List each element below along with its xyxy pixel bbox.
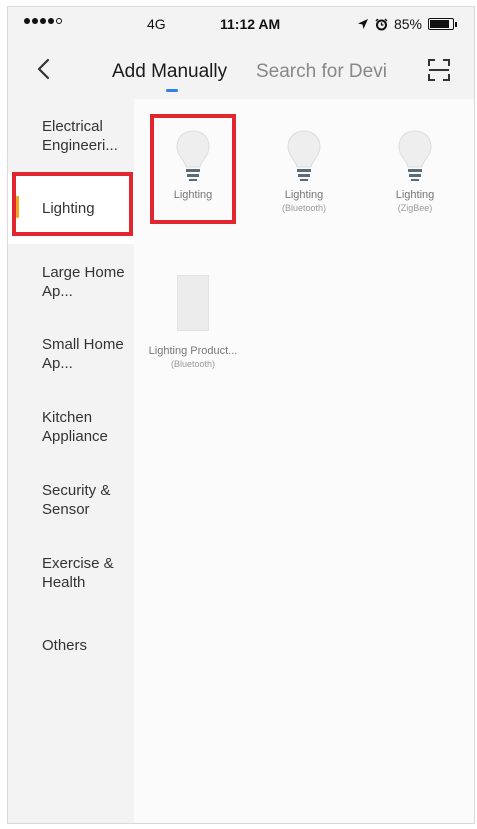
status-time: 11:12 AM: [220, 16, 281, 32]
battery-percent: 85%: [393, 16, 422, 32]
status-bar: 4G 11:12 AM 85%: [8, 7, 474, 41]
nav-bar: Add Manually Search for Devi: [8, 41, 474, 99]
active-tab-indicator: [166, 89, 178, 92]
signal-strength-icon: [24, 18, 62, 24]
scan-icon[interactable]: [426, 57, 452, 83]
tab-search-for-devices[interactable]: Search for Devi: [256, 61, 396, 83]
sidebar-item-large-home-appliance[interactable]: Large Home Ap...: [42, 263, 132, 301]
alarm-clock-icon: [375, 17, 388, 30]
highlight-sidebar-lighting: [12, 172, 133, 236]
location-arrow-icon: [357, 19, 368, 29]
device-label: Lighting Product...: [148, 345, 238, 357]
sidebar-item-security-sensor[interactable]: Security & Sensor: [42, 481, 132, 519]
sidebar-item-exercise-health[interactable]: Exercise & Health: [42, 554, 132, 592]
battery-icon: [428, 18, 457, 30]
device-sublabel: (ZigBee): [397, 203, 433, 213]
device-lighting-product-bluetooth[interactable]: Lighting Product... (Bluetooth): [143, 275, 243, 370]
carrier-label: 4G: [147, 16, 166, 32]
bulb-icon: [398, 130, 432, 181]
phone-screen: 4G 11:12 AM 85% Add Manually Search for …: [7, 6, 475, 824]
status-right: 85%: [357, 16, 457, 32]
chevron-left-icon[interactable]: [30, 55, 58, 83]
sidebar-item-others[interactable]: Others: [42, 636, 132, 655]
light-panel-icon: [177, 275, 209, 331]
device-label: Lighting: [395, 189, 435, 201]
tab-add-manually[interactable]: Add Manually: [112, 61, 227, 83]
sidebar-item-small-home-appliance[interactable]: Small Home Ap...: [42, 335, 132, 373]
device-sublabel: (Bluetooth): [170, 359, 216, 369]
bulb-icon: [287, 130, 321, 181]
device-label: Lighting: [284, 189, 324, 201]
sidebar-item-electrical-engineering[interactable]: Electrical Engineeri...: [42, 117, 132, 155]
device-lighting-bluetooth[interactable]: Lighting (Bluetooth): [254, 129, 354, 214]
sidebar-item-kitchen-appliance[interactable]: Kitchen Appliance: [42, 408, 132, 446]
highlight-device-lighting: [150, 114, 236, 224]
device-lighting-zigbee[interactable]: Lighting (ZigBee): [365, 129, 465, 214]
device-sublabel: (Bluetooth): [281, 203, 327, 213]
